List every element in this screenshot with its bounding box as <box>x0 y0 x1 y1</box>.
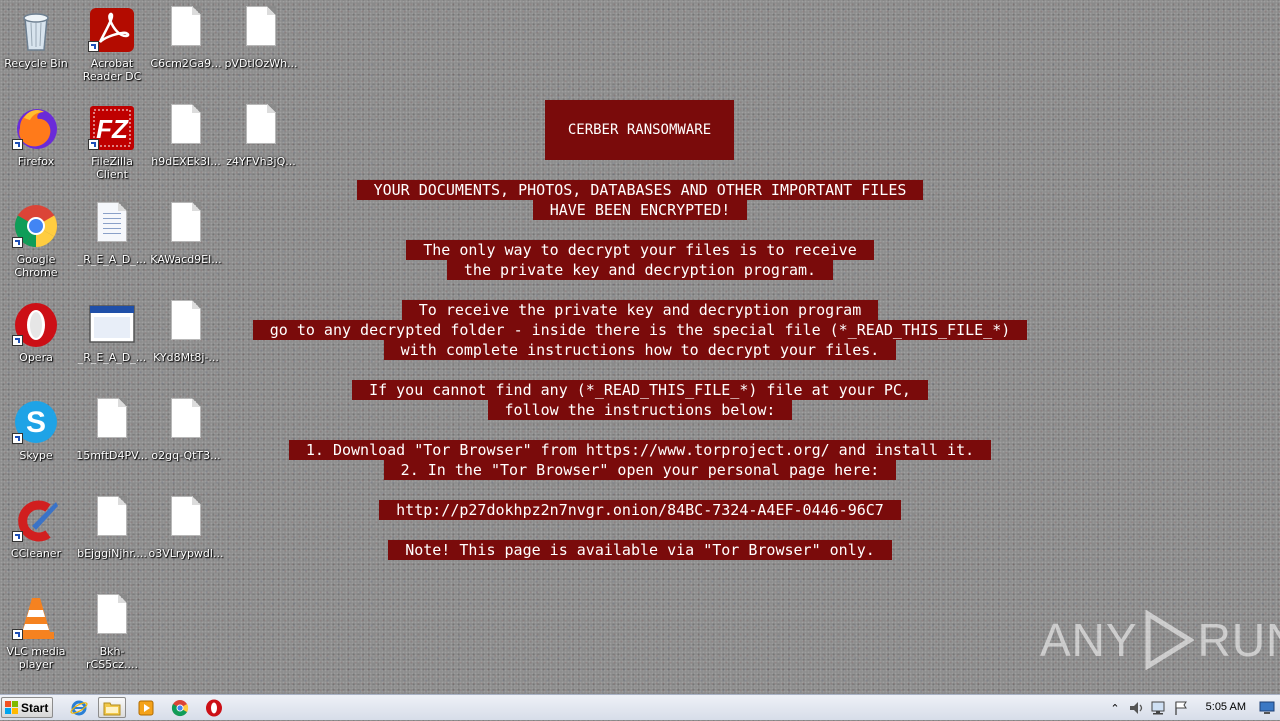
desktop-icon-label: Recycle Bin <box>4 57 68 70</box>
filezilla-icon: FZ <box>88 104 136 152</box>
desktop-icon-acrobat[interactable]: Acrobat Reader DC <box>74 0 150 92</box>
blank-file-icon <box>162 6 210 54</box>
file-explorer-icon <box>103 702 121 715</box>
ransom-note-paragraph: To receive the private key and decryptio… <box>0 300 1280 360</box>
desktop-icon-label: C6cm2Ga9... <box>150 57 222 70</box>
desktop-icon-filezilla[interactable]: FZ FileZilla Client <box>74 98 150 190</box>
monitor-icon <box>1259 701 1275 714</box>
network-icon[interactable] <box>1150 700 1168 716</box>
watermark-text-left: ANY <box>1040 614 1138 666</box>
taskbar-opera[interactable] <box>200 697 228 718</box>
ransom-note-paragraph: If you cannot find any (*_READ_THIS_FILE… <box>0 380 1280 420</box>
start-label: Start <box>21 700 49 715</box>
firefox-icon <box>12 104 60 152</box>
recycle-bin-icon <box>12 6 60 54</box>
desktop-icon-file[interactable]: z4YFVh3jQ... <box>223 98 299 190</box>
taskbar-file-explorer[interactable] <box>98 697 126 718</box>
show-hidden-icons-icon[interactable]: ⌃ <box>1108 702 1122 715</box>
desktop-icon-firefox[interactable]: Firefox <box>0 98 74 190</box>
blank-file-icon <box>88 594 136 642</box>
internet-explorer-icon <box>70 700 88 715</box>
svg-text:FZ: FZ <box>96 114 129 144</box>
ransom-note-line: If you cannot find any (*_READ_THIS_FILE… <box>352 380 928 400</box>
ransom-note-title: CERBER RANSOMWARE <box>545 100 734 160</box>
ransom-note-paragraph: Note! This page is available via "Tor Br… <box>0 540 1280 560</box>
ransom-note-line: 1. Download "Tor Browser" from https://w… <box>288 440 992 460</box>
taskbar-chrome[interactable] <box>166 697 194 718</box>
ransom-note-line: 2. In the "Tor Browser" open your person… <box>383 460 897 480</box>
desktop-icon-label: Acrobat Reader DC <box>82 57 142 83</box>
desktop-icon-label: Firefox <box>17 155 55 168</box>
shortcut-arrow-icon <box>12 139 23 150</box>
desktop-icon-recycle-bin[interactable]: Recycle Bin <box>0 0 74 92</box>
opera-icon <box>206 699 222 716</box>
ransom-onion-url: http://p27dokhpz2n7nvgr.onion/84BC-7324-… <box>379 500 901 520</box>
taskbar-clock[interactable]: 5:05 AM <box>1206 701 1246 713</box>
ransom-note-line: follow the instructions below: <box>487 400 793 420</box>
show-desktop-button[interactable] <box>1254 695 1280 720</box>
shortcut-arrow-icon <box>12 629 23 640</box>
ransom-note-line: with complete instructions how to decryp… <box>383 340 897 360</box>
desktop-icon-file[interactable]: pVDtlOzWh... <box>223 0 299 92</box>
vlc-cone-icon <box>12 594 60 642</box>
shortcut-arrow-icon <box>88 41 99 52</box>
ransom-note-line: the private key and decryption program. <box>446 260 834 280</box>
ransom-note-line: Note! This page is available via "Tor Br… <box>388 540 892 560</box>
desktop-icon-label: z4YFVh3jQ... <box>226 155 296 168</box>
taskbar-internet-explorer[interactable] <box>65 697 93 718</box>
ransom-note-paragraph: http://p27dokhpz2n7nvgr.onion/84BC-7324-… <box>0 500 1280 520</box>
play-logo-icon <box>1145 610 1194 670</box>
ransom-note-line: go to any decrypted folder - inside ther… <box>252 320 1028 340</box>
desktop-icon-label: Bkh-rCS5cz.... <box>86 645 138 671</box>
watermark-text-right: RUN <box>1197 614 1280 666</box>
desktop-icon-file[interactable]: Bkh-rCS5cz.... <box>74 588 150 680</box>
start-button[interactable]: Start <box>1 697 53 718</box>
desktop-icon-vlc[interactable]: VLC media player <box>0 588 74 680</box>
ransom-note-paragraph: The only way to decrypt your files is to… <box>0 240 1280 280</box>
ransom-note-line: YOUR DOCUMENTS, PHOTOS, DATABASES AND OT… <box>356 180 924 200</box>
taskbar-media-player[interactable] <box>132 697 160 718</box>
desktop-icon-file[interactable]: C6cm2Ga9... <box>148 0 224 92</box>
desktop-icon-label: h9dEXEk3I... <box>151 155 221 168</box>
ransom-note-line: The only way to decrypt your files is to… <box>406 240 874 260</box>
volume-icon[interactable] <box>1128 700 1146 716</box>
blank-file-icon <box>237 104 285 152</box>
taskbar: Start ⌃ 5:05 AM <box>0 694 1280 720</box>
ransom-note-paragraph: 1. Download "Tor Browser" from https://w… <box>0 440 1280 480</box>
blank-file-icon <box>162 104 210 152</box>
blank-file-icon <box>237 6 285 54</box>
system-tray: ⌃ <box>1108 695 1190 721</box>
desktop-icon-label: pVDtlOzWh... <box>224 57 298 70</box>
media-player-icon <box>138 700 154 715</box>
shortcut-arrow-icon <box>88 139 99 150</box>
desktop-icon-label: FileZilla Client <box>91 155 133 181</box>
ransom-note-paragraph: YOUR DOCUMENTS, PHOTOS, DATABASES AND OT… <box>0 180 1280 220</box>
windows-logo-icon <box>5 701 18 714</box>
acrobat-icon <box>88 6 136 54</box>
chrome-icon <box>171 699 189 716</box>
desktop-icon-label: VLC media player <box>6 645 66 671</box>
desktop-icon-file[interactable]: h9dEXEk3I... <box>148 98 224 190</box>
anyrun-watermark: ANY RUN <box>1040 608 1280 672</box>
ransom-note-line: To receive the private key and decryptio… <box>401 300 879 320</box>
ransom-note-line: HAVE BEEN ENCRYPTED! <box>532 200 748 220</box>
action-center-flag-icon[interactable] <box>1172 700 1190 716</box>
